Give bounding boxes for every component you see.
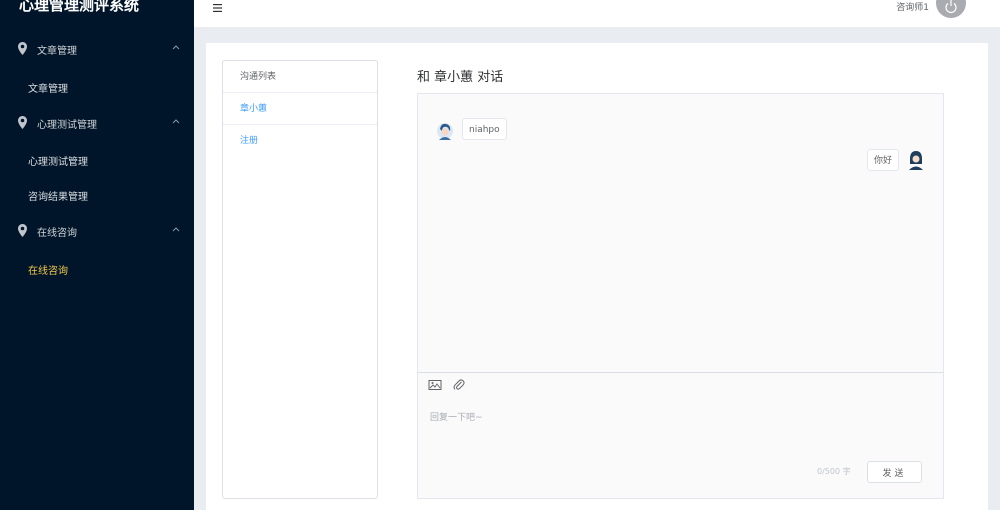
menu-item-consult-results[interactable]: 咨询结果管理 [28,188,88,203]
chat-panel: niahpo 你好 0/500 字 发送 [417,93,944,499]
message-area: niahpo 你好 [418,94,943,372]
self-avatar-icon [909,151,923,170]
reply-input[interactable] [430,409,930,427]
menu-item-online-consult[interactable]: 在线咨询 [28,262,68,277]
menu-item-articles[interactable]: 文章管理 [28,80,68,95]
contact-item[interactable]: 注册 [223,125,377,157]
user-avatar-icon [437,123,453,140]
send-button[interactable]: 发送 [867,461,922,483]
menu-group-articles[interactable]: 文章管理 [0,35,194,63]
app-title: 心理管理测评系统 [19,0,140,14]
menu-group-label: 在线咨询 [37,227,77,239]
contact-list-header: 沟通列表 [223,61,377,93]
location-pin-icon [18,224,27,237]
menu-group-label: 心理测试管理 [37,119,97,131]
chevron-up-icon [172,45,180,50]
current-user-name[interactable]: 咨询师1 [896,0,929,13]
reply-editor: 0/500 字 发送 [418,372,943,498]
sidebar: 心理管理测评系统 文章管理 文章管理 心理测试管理 心理测试管理 咨询结果管理 … [0,0,194,510]
chevron-up-icon [172,119,180,124]
menu-item-psych-tests[interactable]: 心理测试管理 [28,153,88,168]
message-bubble-outgoing: 你好 [867,149,900,171]
user-avatar[interactable] [936,0,966,18]
location-pin-icon [18,42,27,55]
power-icon [945,0,957,14]
menu-group-psych-tests[interactable]: 心理测试管理 [0,109,194,137]
chevron-up-icon [172,227,180,232]
menu-group-online-consult[interactable]: 在线咨询 [0,217,194,245]
top-header: 咨询师1 [194,0,1000,27]
location-pin-icon [18,116,27,129]
chat-title: 和 章小蕙 对话 [417,70,504,85]
char-counter: 0/500 字 [817,467,851,476]
hamburger-icon[interactable] [212,3,224,13]
contact-item[interactable]: 章小蕙 [223,93,377,125]
paperclip-icon[interactable] [452,378,466,392]
message-bubble-incoming: niahpo [462,118,507,140]
contact-list: 沟通列表 章小蕙 注册 [222,60,378,499]
image-icon[interactable] [428,378,442,392]
menu-group-label: 文章管理 [37,45,77,57]
